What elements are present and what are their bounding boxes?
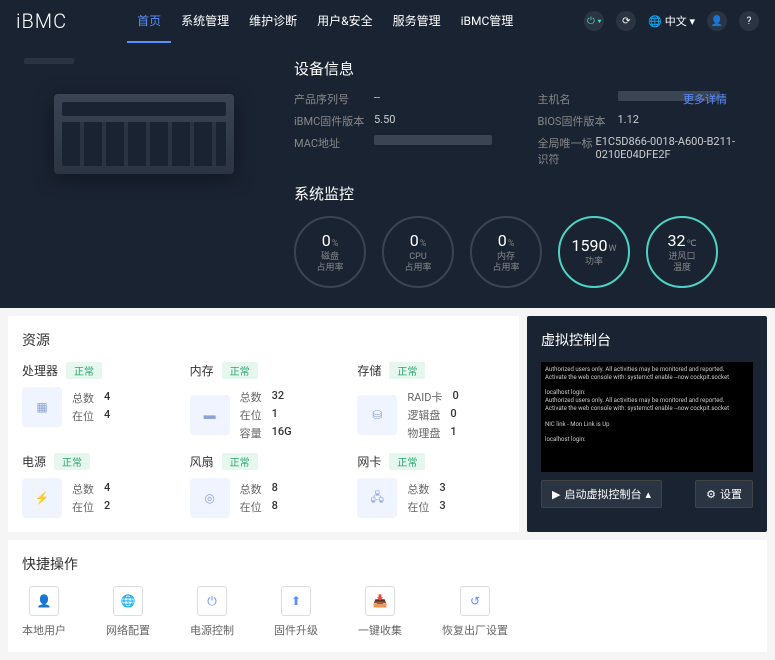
refresh-icon[interactable]: ⟳ bbox=[616, 11, 636, 31]
power-icon[interactable]: ⏻ ▾ bbox=[584, 11, 604, 31]
quick-icon: 👤 bbox=[29, 586, 59, 616]
gauge-0[interactable]: 0%磁盘占用率 bbox=[294, 216, 366, 288]
info-value: -- bbox=[374, 91, 380, 107]
quick-title: 快捷操作 bbox=[22, 554, 753, 574]
quick-icon: ⬆ bbox=[281, 586, 311, 616]
nav-system[interactable]: 系统管理 bbox=[171, 0, 239, 43]
status-badge: 正常 bbox=[222, 362, 258, 379]
resource-处理器[interactable]: 处理器正常▦总数4在位4 bbox=[22, 362, 170, 443]
quick-4[interactable]: 📥一键收集 bbox=[358, 586, 402, 638]
resource-icon: ▦ bbox=[22, 387, 62, 427]
info-label: MAC地址 bbox=[294, 135, 374, 167]
info-label: 主机名 bbox=[538, 91, 618, 107]
gauge-3[interactable]: 1590W功率 bbox=[558, 216, 630, 288]
main-nav: 首页 系统管理 维护诊断 用户&安全 服务管理 iBMC管理 bbox=[127, 0, 523, 43]
resource-icon: ⚡ bbox=[22, 478, 62, 518]
resource-内存[interactable]: 内存正常▬总数32在位1容量16G bbox=[190, 362, 338, 443]
language-selector[interactable]: 🌐 中文 ▾ bbox=[648, 13, 695, 29]
help-icon[interactable]: ? bbox=[739, 11, 759, 31]
resource-风扇[interactable]: 风扇正常◎总数8在位8 bbox=[190, 453, 338, 518]
gauge-2[interactable]: 0%内存占用率 bbox=[470, 216, 542, 288]
quick-1[interactable]: 🌐网络配置 bbox=[106, 586, 150, 638]
quick-3[interactable]: ⬆固件升级 bbox=[274, 586, 318, 638]
quick-icon: ↺ bbox=[460, 586, 490, 616]
resource-icon: ⛁ bbox=[357, 395, 397, 435]
gauge-4[interactable]: 32℃进风口温度 bbox=[646, 216, 718, 288]
user-icon[interactable]: 👤 bbox=[707, 11, 727, 31]
brand-logo: iBMC bbox=[16, 9, 67, 33]
resource-icon: ▬ bbox=[190, 395, 230, 435]
quick-icon: ⏻ bbox=[197, 586, 227, 616]
launch-console-button[interactable]: ▶ 启动虚拟控制台 ▴ bbox=[541, 480, 662, 508]
nav-ibmc[interactable]: iBMC管理 bbox=[451, 0, 524, 43]
status-badge: 正常 bbox=[54, 453, 90, 470]
info-value: 5.50 bbox=[374, 113, 395, 129]
console-title: 虚拟控制台 bbox=[541, 330, 753, 350]
info-label: iBMC固件版本 bbox=[294, 113, 374, 129]
device-image bbox=[54, 94, 234, 174]
quick-icon: 📥 bbox=[365, 586, 395, 616]
quick-icon: 🌐 bbox=[113, 586, 143, 616]
nav-maintenance[interactable]: 维护诊断 bbox=[239, 0, 307, 43]
info-label: 全局唯一标识符 bbox=[538, 135, 596, 167]
status-badge: 正常 bbox=[222, 453, 258, 470]
quick-0[interactable]: 👤本地用户 bbox=[22, 586, 66, 638]
info-label: BIOS固件版本 bbox=[538, 113, 618, 129]
nav-home[interactable]: 首页 bbox=[127, 0, 171, 43]
resource-电源[interactable]: 电源正常⚡总数4在位2 bbox=[22, 453, 170, 518]
info-value: E1C5D866-0018-A600-B211-0210E04DFE2F bbox=[595, 135, 751, 167]
quick-2[interactable]: ⏻电源控制 bbox=[190, 586, 234, 638]
resource-存储[interactable]: 存储正常⛁RAID卡0逻辑盘0物理盘1 bbox=[357, 362, 505, 443]
resource-网卡[interactable]: 网卡正常🖧总数3在位3 bbox=[357, 453, 505, 518]
status-badge: 正常 bbox=[389, 453, 425, 470]
status-badge: 正常 bbox=[66, 362, 102, 379]
info-value: ██████████ bbox=[374, 135, 492, 145]
console-settings-button[interactable]: ⚙ 设置 bbox=[695, 480, 753, 508]
device-info-title: 设备信息 bbox=[294, 58, 751, 79]
nav-service[interactable]: 服务管理 bbox=[383, 0, 451, 43]
model-placeholder bbox=[24, 58, 74, 64]
resource-icon: 🖧 bbox=[357, 478, 397, 518]
resource-icon: ◎ bbox=[190, 478, 230, 518]
resources-title: 资源 bbox=[22, 330, 505, 350]
quick-5[interactable]: ↺恢复出厂设置 bbox=[442, 586, 508, 638]
status-badge: 正常 bbox=[389, 362, 425, 379]
info-value: 1.12 bbox=[618, 113, 639, 129]
more-details-link[interactable]: 更多详情 bbox=[683, 91, 727, 107]
gauge-1[interactable]: 0%CPU占用率 bbox=[382, 216, 454, 288]
monitor-title: 系统监控 bbox=[294, 183, 751, 204]
info-label: 产品序列号 bbox=[294, 91, 374, 107]
console-preview[interactable]: Authorized users only. All activities ma… bbox=[541, 362, 753, 472]
nav-user-security[interactable]: 用户&安全 bbox=[307, 0, 382, 43]
